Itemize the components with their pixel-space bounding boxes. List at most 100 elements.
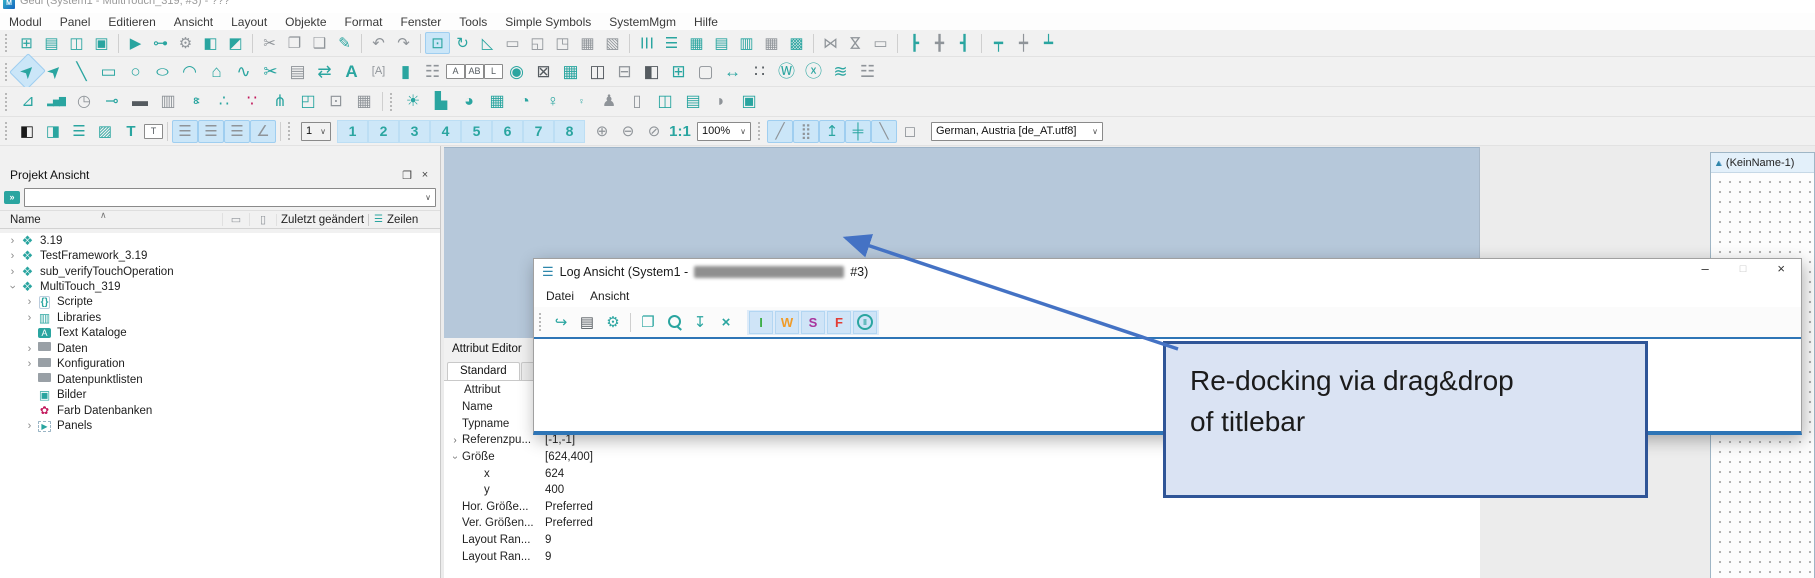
align-center-icon[interactable]: ╋ <box>927 32 952 54</box>
toolbar-drag-handle[interactable] <box>390 93 396 111</box>
symbol-calendar-icon[interactable]: ▦ <box>483 89 511 114</box>
background-color-icon[interactable]: ◨ <box>40 120 66 143</box>
combobox-widget-icon[interactable]: ⊟ <box>611 59 638 84</box>
align-top-icon[interactable]: ┯ <box>986 32 1011 54</box>
filter-f-button[interactable]: F <box>827 311 851 334</box>
line-width-icon[interactable]: ☰ <box>66 120 92 143</box>
polygon-tool-icon[interactable]: ⌂ <box>203 59 230 84</box>
menu-simple-symbols[interactable]: Simple Symbols <box>496 13 600 30</box>
tree-item[interactable]: ›TestFramework_3.19 <box>0 248 440 263</box>
zoom-navigator-widget-icon[interactable]: ◰ <box>294 89 322 114</box>
freehand-tool-icon[interactable]: ✂ <box>257 59 284 84</box>
fill-white-icon[interactable]: ▭ <box>500 32 525 54</box>
symbol-comment-icon[interactable]: ◗ <box>707 89 735 114</box>
open-panel-icon[interactable]: ▤ <box>39 32 64 54</box>
text-align-right-icon[interactable]: ☰ <box>224 120 250 143</box>
text-align-left-icon[interactable]: ☰ <box>172 120 198 143</box>
symbol-gauge-icon[interactable]: ◔ <box>511 89 539 114</box>
attribute-value[interactable]: 624 <box>545 468 564 480</box>
toolbar-drag-handle[interactable] <box>5 93 11 111</box>
export-image-icon[interactable]: ▭ <box>868 32 893 54</box>
tab-order-icon[interactable]: ⇄ <box>311 59 338 84</box>
textview-widget-icon[interactable]: ◫ <box>584 59 611 84</box>
snap-vertical-toggle-icon[interactable]: ↥ <box>819 120 845 143</box>
tree-item[interactable]: Text Kataloge <box>0 326 440 341</box>
pause-log-button[interactable]: ‖ <box>853 311 877 334</box>
align-right-icon[interactable]: ┫ <box>952 32 977 54</box>
tree-item[interactable]: ›Konfiguration <box>0 357 440 372</box>
clock-widget-icon[interactable]: ◷ <box>70 89 98 114</box>
redo-icon[interactable]: ↷ <box>391 32 416 54</box>
layout-grid-icon[interactable]: ▦ <box>684 32 709 54</box>
send-to-back-icon[interactable]: ◳ <box>550 32 575 54</box>
attribute-value[interactable]: Preferred <box>545 501 593 513</box>
piano-widget-icon[interactable]: ▤ <box>284 59 311 84</box>
tab-standard[interactable]: Standard <box>447 362 520 380</box>
tree-expander-icon[interactable]: › <box>7 281 19 294</box>
menu-systemmgm[interactable]: SystemMgm <box>600 13 685 30</box>
multi-select-tool-icon[interactable]: ➤ <box>36 53 73 90</box>
symbol-user-icon[interactable]: ♟ <box>595 89 623 114</box>
symbol-image-viewer-icon[interactable]: ▣ <box>735 89 763 114</box>
attribute-row[interactable]: Layout Ran...9 <box>444 548 1480 565</box>
close-button[interactable]: × <box>1777 261 1785 276</box>
toolbar-drag-handle[interactable] <box>288 122 294 140</box>
filter-i-button[interactable]: I <box>749 311 773 334</box>
bring-to-front-icon[interactable]: ◱ <box>525 32 550 54</box>
project-filter-input[interactable]: ∨ <box>24 188 436 207</box>
log-view-icon[interactable]: ▤ <box>574 310 600 334</box>
layer-button-7[interactable]: 7 <box>523 120 554 143</box>
layout-rows-icon[interactable]: ▤ <box>709 32 734 54</box>
attribute-expander-icon[interactable]: › <box>448 435 462 446</box>
menu-datei[interactable]: Datei <box>538 285 582 307</box>
attribute-row[interactable]: Layout Ran...9 <box>444 532 1480 549</box>
column-rows[interactable]: ☰ Zeilen <box>368 214 440 226</box>
table-widget-icon[interactable]: ▦ <box>557 59 584 84</box>
save-panel-as-icon[interactable]: ▣ <box>89 32 114 54</box>
layer-button-6[interactable]: 6 <box>492 120 523 143</box>
node-connection-widget-icon[interactable]: ∴ <box>210 89 238 114</box>
panel-navigator-icon[interactable]: ◧ <box>198 32 223 54</box>
fill-pattern-icon[interactable]: ▨ <box>92 120 118 143</box>
align-left-icon[interactable]: ┣ <box>902 32 927 54</box>
layer-select[interactable]: 1 ∨ <box>301 122 331 141</box>
snap-grid-toggle-icon[interactable]: ╪ <box>845 120 871 143</box>
attribute-value[interactable]: 9 <box>545 534 551 546</box>
ungroup-icon[interactable]: ▧ <box>600 32 625 54</box>
symbol-bars-3d-icon[interactable]: ▙ <box>427 89 455 114</box>
search-log-icon[interactable] <box>661 310 687 334</box>
scroll-to-end-icon[interactable]: ↧ <box>687 310 713 334</box>
language-select[interactable]: German, Austria [de_AT.utf8] ∨ <box>931 122 1103 141</box>
filter-s-button[interactable]: S <box>801 311 825 334</box>
menu-format[interactable]: Format <box>336 13 392 30</box>
embed-panel-widget-icon[interactable]: ⊞ <box>665 59 692 84</box>
progress-bar-widget-icon[interactable]: ▥ <box>154 89 182 114</box>
column-mobile-icon[interactable]: ▯ <box>249 213 276 226</box>
tree-item[interactable]: Bilder <box>0 387 440 402</box>
toolbar-drag-handle[interactable] <box>5 34 11 52</box>
align-bottom-icon[interactable]: ┷ <box>1036 32 1061 54</box>
snap-line-toggle-icon[interactable]: ╲ <box>871 120 897 143</box>
zoom-out-icon[interactable]: ⊖ <box>615 120 641 143</box>
hierarchy-widget-icon[interactable]: ⋔ <box>266 89 294 114</box>
tree-expander-icon[interactable]: › <box>23 358 36 370</box>
clone-mode-icon[interactable]: ◻ <box>897 120 923 143</box>
tree-expander-icon[interactable]: › <box>23 343 36 355</box>
zoom-original-icon[interactable]: ⊘ <box>641 120 667 143</box>
menu-layout[interactable]: Layout <box>222 13 276 30</box>
copy-log-icon[interactable]: ❐ <box>635 310 661 334</box>
tree-expander-icon[interactable]: › <box>6 266 19 278</box>
select-mode-icon[interactable]: ⊡ <box>425 32 450 54</box>
tree-expander-icon[interactable]: › <box>6 250 19 262</box>
clipboard-widget-icon[interactable]: ⊡ <box>322 89 350 114</box>
menu-editieren[interactable]: Editieren <box>99 13 164 30</box>
tree-item[interactable]: Datenpunktlisten <box>0 372 440 387</box>
attribute-value[interactable]: 9 <box>545 551 551 563</box>
toolbar-drag-handle[interactable] <box>539 313 545 331</box>
attribute-expander-icon[interactable]: › <box>450 450 461 464</box>
symbol-marker-icon[interactable]: ♀ <box>567 89 595 114</box>
node-widget-icon[interactable]: ∷ <box>746 59 773 84</box>
font-icon[interactable]: T <box>118 120 144 143</box>
bar-trend-widget-icon[interactable]: ▂▅▇ <box>42 89 70 114</box>
layer-button-2[interactable]: 2 <box>368 120 399 143</box>
